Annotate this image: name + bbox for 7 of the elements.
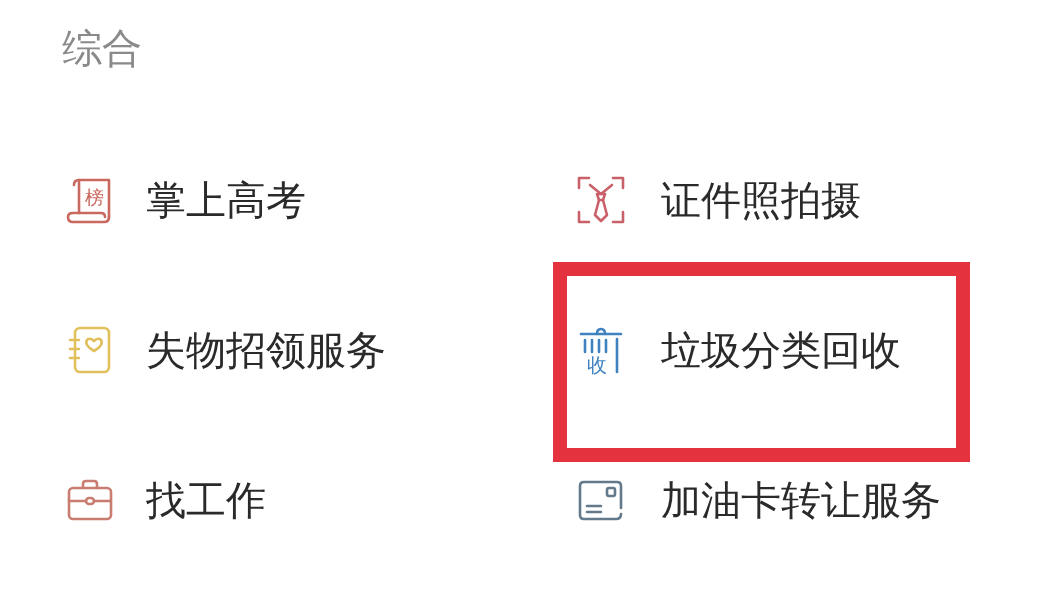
service-item[interactable]: 加油卡转让服务 (573, 472, 941, 528)
service-item[interactable]: 收 垃圾分类回收 (573, 322, 901, 378)
service-item[interactable]: 证件照拍摄 (573, 172, 861, 228)
service-item[interactable]: 找工作 (62, 472, 266, 528)
service-item[interactable]: 榜 掌上高考 (62, 172, 306, 228)
section-title: 综合 (62, 24, 142, 73)
service-item[interactable]: 失物招领服务 (62, 322, 386, 378)
